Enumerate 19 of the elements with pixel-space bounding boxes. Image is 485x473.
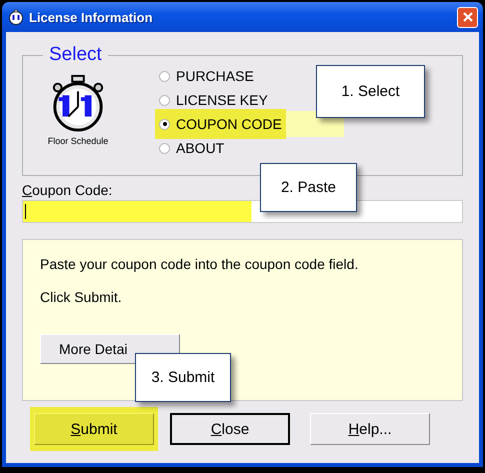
dialog-button[interactable]: Submit [34, 413, 154, 445]
close-button[interactable] [457, 6, 478, 28]
logo-caption: Floor Schedule [48, 136, 108, 146]
group-title: Select [48, 44, 103, 66]
info-text: Click Submit. [40, 289, 123, 305]
dialog-button[interactable]: Help... [310, 413, 430, 445]
step-tooltip: 1. Select [316, 65, 425, 118]
dialog-button[interactable]: Close [170, 413, 290, 445]
field-label: Coupon Code: [22, 182, 112, 198]
stopwatch-icon [8, 9, 24, 25]
window-title: License Information [29, 10, 154, 24]
step-tooltip: 3. Submit [135, 353, 231, 402]
radio-option[interactable]: LICENSE KEY [155, 92, 272, 108]
radio-option[interactable]: ABOUT [155, 140, 228, 156]
radio-option[interactable]: PURCHASE [155, 68, 258, 84]
step-tooltip: 2. Paste [260, 163, 357, 212]
close-icon [462, 11, 474, 23]
info-text: Paste your coupon code into the coupon code field. [40, 256, 360, 272]
radio-option[interactable]: COUPON CODE [155, 109, 286, 139]
